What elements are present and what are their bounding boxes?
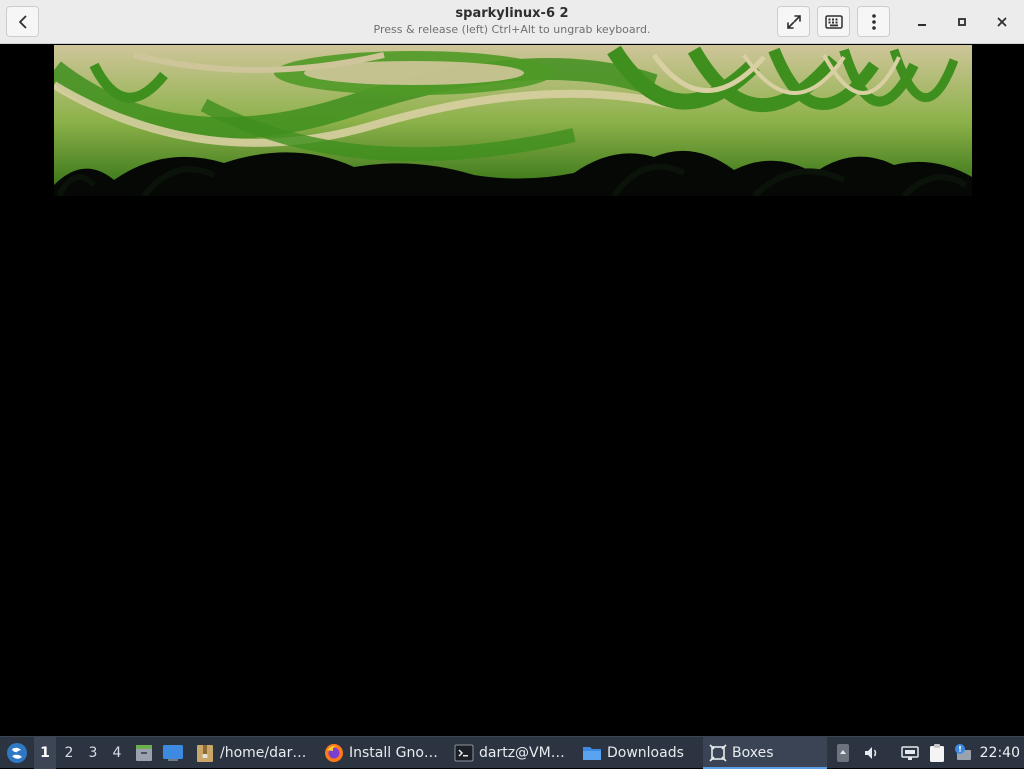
tray-updates[interactable] xyxy=(952,737,974,769)
vm-wallpaper xyxy=(54,45,972,196)
task-label: Install Gno… xyxy=(349,745,438,761)
task-label: Boxes xyxy=(732,745,774,761)
launcher-archive[interactable] xyxy=(133,737,155,769)
tray-scroll-button[interactable] xyxy=(834,737,852,769)
vm-display[interactable] xyxy=(0,45,1024,736)
maximize-button[interactable] xyxy=(948,8,976,36)
sparky-logo-icon xyxy=(7,743,27,763)
window-subtitle: Press & release (left) Ctrl+Alt to ungra… xyxy=(373,23,651,36)
close-icon xyxy=(997,17,1007,27)
back-icon xyxy=(18,15,26,28)
tray-network[interactable] xyxy=(899,737,921,769)
minimize-icon xyxy=(918,24,926,26)
terminal-icon xyxy=(454,744,474,762)
folder-icon xyxy=(583,747,601,760)
workspace-2[interactable]: 2 xyxy=(58,737,80,769)
keyboard-icon xyxy=(824,14,843,29)
scroll-up-icon xyxy=(837,744,849,762)
header-bar: sparkylinux-6 2 Press & release (left) C… xyxy=(0,0,1024,44)
maximize-icon xyxy=(958,18,966,26)
volume-icon xyxy=(865,747,877,759)
window-title: sparkylinux-6 2 xyxy=(455,6,569,21)
task-home[interactable]: /home/dar… xyxy=(193,737,313,769)
task-boxes[interactable]: Boxes xyxy=(703,737,827,769)
task-label: Downloads xyxy=(607,745,684,761)
tray-volume[interactable] xyxy=(862,737,882,769)
task-terminal[interactable]: dartz@VM… xyxy=(452,737,574,769)
clipboard-icon xyxy=(930,744,944,762)
network-icon xyxy=(901,746,919,760)
task-label: dartz@VM… xyxy=(479,745,565,761)
workspace-4[interactable]: 4 xyxy=(106,737,128,769)
title-area: sparkylinux-6 2 Press & release (left) C… xyxy=(250,5,774,37)
close-button[interactable] xyxy=(988,8,1016,36)
menu-button[interactable] xyxy=(857,6,890,37)
launcher-desktop[interactable] xyxy=(161,737,185,769)
show-desktop-icon xyxy=(163,745,183,761)
kebab-menu-icon xyxy=(871,13,876,30)
fullscreen-icon xyxy=(786,14,801,29)
fullscreen-button[interactable] xyxy=(777,6,810,37)
app-menu-button[interactable] xyxy=(4,737,30,769)
firefox-icon xyxy=(325,744,343,762)
fractal-wallpaper-image xyxy=(54,45,972,196)
clock[interactable]: 22:40 xyxy=(980,737,1020,769)
workspace-1[interactable]: 1 xyxy=(34,737,56,769)
keyboard-button[interactable] xyxy=(817,6,850,37)
back-button[interactable] xyxy=(6,6,39,37)
file-cabinet-icon xyxy=(136,745,152,761)
task-downloads[interactable]: Downloads xyxy=(580,737,696,769)
update-notification-icon xyxy=(955,744,971,760)
taskbar: 1 2 3 4 /home/dar… Install Gno… dartz@VM… xyxy=(0,736,1024,769)
task-firefox[interactable]: Install Gno… xyxy=(322,737,446,769)
boxes-icon xyxy=(709,744,727,762)
archive-icon xyxy=(197,745,213,762)
tray-clipboard[interactable] xyxy=(926,737,948,769)
workspace-3[interactable]: 3 xyxy=(82,737,104,769)
task-label: /home/dar… xyxy=(220,745,307,761)
minimize-button[interactable] xyxy=(908,8,936,36)
